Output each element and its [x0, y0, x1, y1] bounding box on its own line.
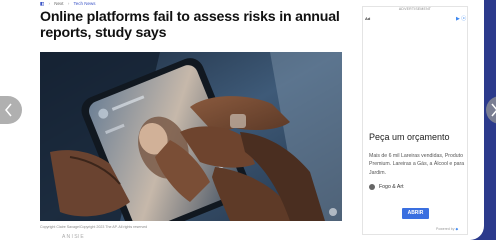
- logo-mark: ◧: [40, 1, 45, 6]
- ad-description: Mais de 6 mil Lareiras vendidas, Produto…: [369, 153, 465, 176]
- ad-brand-name: Fogo & Art: [379, 184, 404, 190]
- image-caption: Copyright Claire Savage/Copyright 2023 T…: [40, 225, 148, 229]
- ad-open-button[interactable]: ABRIR: [402, 208, 429, 219]
- article-image[interactable]: [40, 52, 342, 221]
- breadcrumb-item-next[interactable]: Next: [54, 1, 63, 6]
- article-headline: Online platforms fail to assess risks in…: [40, 9, 340, 41]
- photo-illustration: [40, 52, 342, 221]
- ad-brand[interactable]: Fogo & Art: [369, 184, 404, 190]
- brand-logo-icon: [369, 184, 375, 190]
- ad-title[interactable]: Peça um orçamento: [369, 132, 450, 142]
- chevron-right-icon: [491, 103, 496, 117]
- article-page: ◧ › Next › Tech News Online platforms fa…: [0, 0, 484, 240]
- ad-info-icon[interactable]: ▶ ⓧ: [456, 15, 466, 22]
- breadcrumb-item-tech-news[interactable]: Tech News: [74, 1, 96, 6]
- advertisement[interactable]: [362, 6, 468, 235]
- ad-footer-text: Powered by: [436, 227, 455, 231]
- ad-footer: Powered by ◆: [436, 227, 458, 231]
- ad-label: ADVERTISEMENT: [398, 7, 432, 11]
- breadcrumb: ◧ › Next › Tech News: [40, 1, 96, 6]
- article-footer-text: A N I SI E: [62, 234, 84, 240]
- ad-badge: Ad: [365, 16, 371, 21]
- powered-by-icon: ◆: [455, 227, 459, 231]
- chevron-left-icon: [5, 103, 12, 117]
